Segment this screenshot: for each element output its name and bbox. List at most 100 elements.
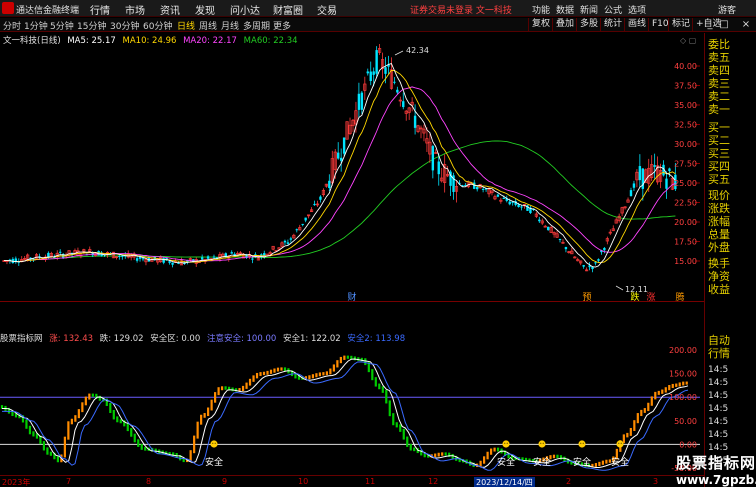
period-multi[interactable]: 多周期 [243, 19, 270, 32]
indicator-legend: 股票指标网 涨: 132.43 跌: 129.02 安全区: 0.00 注意安全… [0, 332, 704, 344]
bull-bar [598, 461, 601, 467]
label-buy1: 买一 [708, 121, 730, 134]
menu-caifuquan[interactable]: 财富圈 [273, 2, 303, 17]
login-notice[interactable]: 证券交易未登录 文一科技 [410, 3, 512, 16]
btn-duogu[interactable]: 多股 [576, 18, 601, 31]
candle-down [594, 262, 597, 264]
candle-down [304, 217, 307, 221]
watermark-title: 股票指标网 [676, 454, 756, 472]
bull-bar [668, 385, 671, 391]
bear-bar [563, 456, 566, 462]
menu-gongneng[interactable]: 功能 [532, 3, 550, 16]
smiley-eye [540, 442, 542, 444]
indicator-chart[interactable]: 安全 安全 安全 安全 安全 200.00150.00100.0050.000.00-5… [0, 344, 704, 474]
bull-bar [88, 393, 91, 400]
date-tick: 11 [365, 477, 376, 486]
bull-bar [200, 414, 203, 425]
label-sell1: 卖一 [708, 103, 730, 116]
btn-biaoji[interactable]: 标记 [668, 18, 693, 31]
menu-shichang[interactable]: 市场 [125, 2, 145, 17]
bear-bar [402, 428, 405, 440]
period-weekly[interactable]: 周线 [199, 19, 217, 32]
safe-label: 安全 [611, 456, 629, 468]
title-bar: 通达信金融终端 行情 市场 资讯 发现 问小达 财富圈 交易 证券交易未登录 文… [0, 0, 756, 17]
maximize-button[interactable]: □ [718, 19, 730, 31]
menu-xuanxiang[interactable]: 选项 [628, 3, 646, 16]
candle-down [476, 187, 479, 190]
candle-down [212, 256, 216, 258]
btn-diejia[interactable]: 叠加 [552, 18, 577, 31]
period-more[interactable]: 更多 [273, 19, 291, 32]
menu-wenxiaoda[interactable]: 问小达 [230, 2, 260, 17]
period-1min[interactable]: 1分钟 [24, 19, 48, 32]
bear-bar [385, 389, 388, 404]
period-daily[interactable]: 日线 [177, 19, 195, 32]
high-price-label: 42.34 [406, 46, 429, 55]
price-tick-label: 35.00 [674, 101, 697, 110]
tick-time: 14:5 [708, 430, 729, 440]
indicator-safezone: 安全区: 0.00 [150, 334, 201, 344]
period-monthly[interactable]: 月线 [221, 19, 239, 32]
label-auto[interactable]: 自动 [708, 335, 730, 347]
candle-down [558, 239, 562, 241]
menu-jiaoyi[interactable]: 交易 [317, 2, 337, 17]
event-mark: 财 [347, 291, 356, 302]
candle-down [206, 256, 210, 259]
candle-down [393, 81, 396, 83]
menu-hangqing[interactable]: 行情 [90, 2, 110, 17]
menu-xinwen[interactable]: 新闻 [580, 3, 598, 16]
candlestick-chart[interactable]: 40.00 37.50 35.00 32.50 30.00 27.50 25.00 22.50… [0, 44, 704, 302]
bear-bar [126, 423, 129, 432]
candle-down [295, 229, 298, 231]
price-tick-label: 22.50 [674, 199, 697, 208]
candle-down [496, 194, 500, 197]
bull-bar [671, 383, 674, 389]
menu-faxian[interactable]: 发现 [195, 2, 215, 17]
bull-bar [280, 367, 283, 371]
period-60min[interactable]: 60分钟 [143, 19, 172, 32]
btn-fuquan[interactable]: 复权 [528, 18, 553, 31]
bull-bar [214, 392, 217, 403]
bull-bar [339, 356, 342, 364]
candle-down [168, 261, 171, 263]
minimize-button[interactable]: _ [704, 19, 716, 31]
bull-bar [483, 456, 486, 464]
safe-label: 安全 [573, 456, 591, 468]
event-mark: 涨 [646, 292, 655, 302]
bull-bar [479, 460, 482, 467]
bear-bar [25, 419, 28, 429]
price-tick-label: 32.50 [674, 121, 697, 130]
bull-bar [322, 372, 325, 376]
bull-bar [675, 383, 678, 387]
candle-down [289, 238, 293, 240]
bear-bar [364, 358, 367, 366]
period-5min[interactable]: 5分钟 [50, 19, 74, 32]
menu-gongshi[interactable]: 公式 [604, 3, 622, 16]
app-logo-icon [2, 2, 14, 14]
price-tick-label: 15.00 [674, 257, 697, 266]
date-tick: 7 [66, 477, 72, 486]
guest-label[interactable]: 游客 [718, 3, 736, 16]
bull-bar [196, 421, 199, 439]
period-fenshi[interactable]: 分时 [3, 19, 21, 32]
candle-down [230, 252, 233, 254]
bull-bar [84, 396, 87, 406]
menu-shuju[interactable]: 数据 [556, 3, 574, 16]
bull-bar [434, 453, 437, 458]
period-30min[interactable]: 30分钟 [110, 19, 139, 32]
bull-bar [640, 409, 643, 417]
smiley-eye [504, 442, 506, 444]
menu-zixun[interactable]: 资讯 [160, 2, 180, 17]
indicator-name[interactable]: 股票指标网 [0, 334, 43, 344]
label-outer: 外盘 [708, 241, 730, 254]
candle-down [413, 115, 417, 128]
label-quote[interactable]: 行情 [708, 348, 730, 360]
bear-bar [224, 386, 227, 390]
btn-tongji[interactable]: 统计 [600, 18, 625, 31]
candle-down [629, 190, 633, 197]
chart-controls-icon[interactable]: ◇ ▢ [680, 36, 700, 45]
bear-bar [144, 446, 147, 451]
close-icon[interactable]: × [740, 19, 752, 31]
period-15min[interactable]: 15分钟 [77, 19, 106, 32]
btn-huaxian[interactable]: 画线 [624, 18, 649, 31]
